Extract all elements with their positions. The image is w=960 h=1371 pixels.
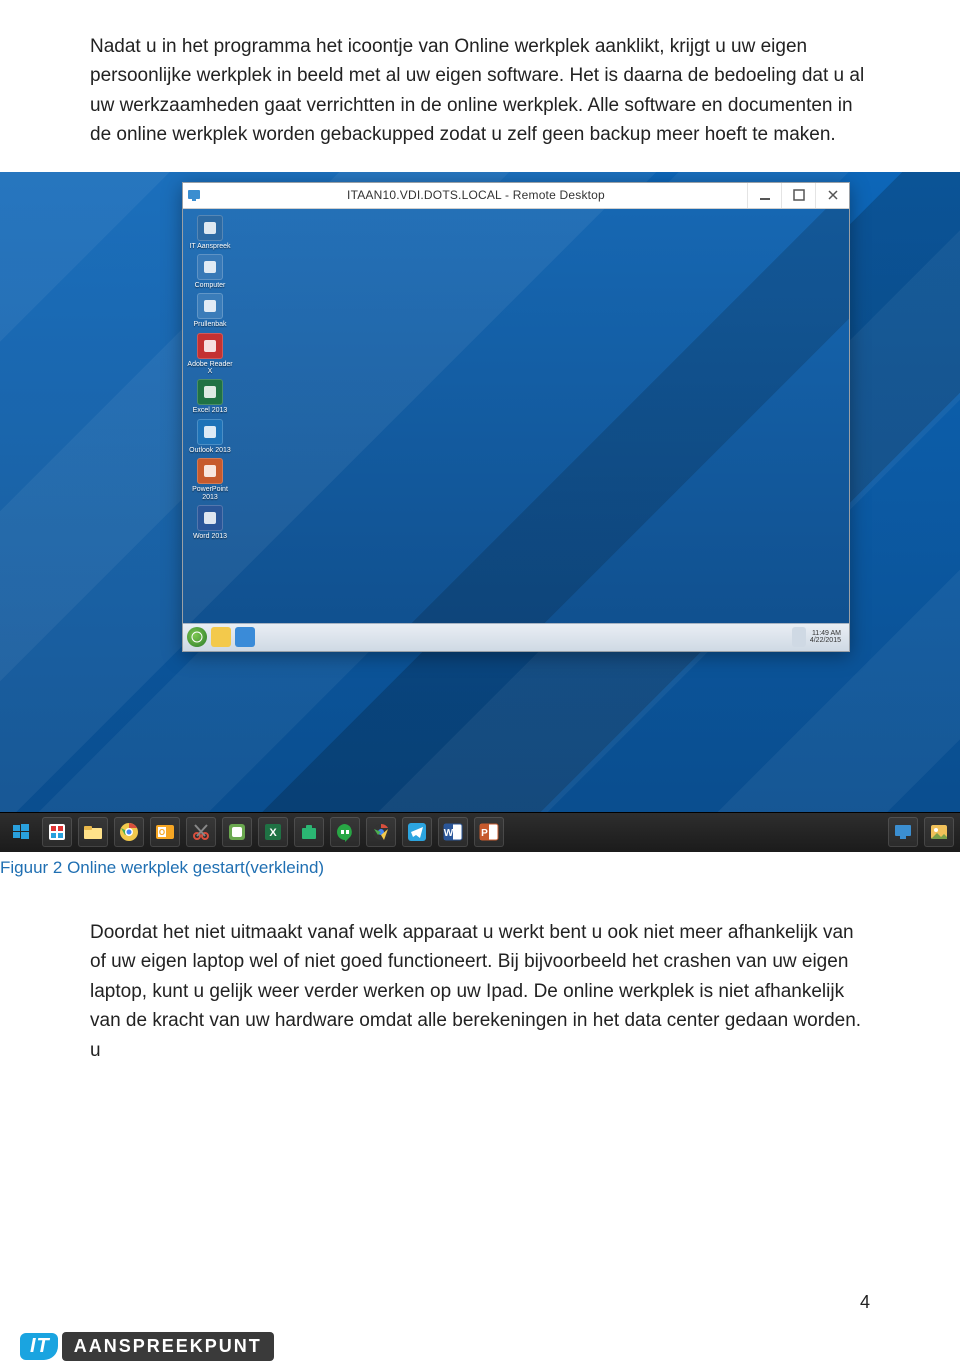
desktop-icon-glyph (197, 419, 223, 445)
desktop-icon[interactable]: Computer (187, 254, 233, 289)
intro-paragraph-1: Nadat u in het programma het icoontje va… (90, 32, 870, 150)
desktop-icon-label: IT Aanspreek (189, 243, 230, 250)
inner-taskbar[interactable]: 11:49 AM 4/22/2015 (183, 623, 849, 651)
desktop-icon[interactable]: Outlook 2013 (187, 419, 233, 454)
desktop-icon-label: PowerPoint 2013 (187, 486, 233, 501)
remote-desktop-window[interactable]: ITAAN10.VDI.DOTS.LOCAL - Remote Desktop … (182, 182, 850, 652)
desktop-icon-label: Outlook 2013 (189, 447, 231, 454)
desktop-icon-label: Prullenbak (193, 321, 226, 328)
snip-icon[interactable] (186, 817, 216, 847)
tiles-icon[interactable] (42, 817, 72, 847)
store-icon[interactable] (294, 817, 324, 847)
footer-logo-it: IT (20, 1333, 58, 1360)
picture-icon[interactable] (924, 817, 954, 847)
desktop-icon[interactable]: PowerPoint 2013 (187, 458, 233, 501)
remote-desktop-titlebar[interactable]: ITAAN10.VDI.DOTS.LOCAL - Remote Desktop (183, 183, 849, 209)
remote-desktop-icon[interactable] (888, 817, 918, 847)
desktop-icon-glyph (197, 458, 223, 484)
chrome-app-icon[interactable] (366, 817, 396, 847)
remote-desktop-body[interactable]: IT Aanspreek Computer Prullenbak Adobe Read… (183, 209, 849, 651)
inner-start-button[interactable] (187, 627, 207, 647)
svg-text:W: W (444, 828, 454, 839)
close-button[interactable] (815, 183, 849, 208)
inner-ie-icon[interactable] (235, 627, 255, 647)
desktop-icon-label: Excel 2013 (193, 407, 228, 414)
minimize-button[interactable] (747, 183, 781, 208)
desktop-icon-glyph (197, 505, 223, 531)
desktop-icon[interactable]: Adobe Reader X (187, 333, 233, 376)
figure-caption: Figuur 2 Online werkplek gestart(verklei… (0, 852, 960, 878)
excel-icon[interactable]: X (258, 817, 288, 847)
desktop-icon-label: Word 2013 (193, 533, 227, 540)
desktop-icon[interactable]: Word 2013 (187, 505, 233, 540)
svg-text:X: X (269, 827, 277, 839)
desktop-icon-glyph (197, 333, 223, 359)
chrome-icon[interactable] (114, 817, 144, 847)
desktop-icon[interactable]: Prullenbak (187, 293, 233, 328)
desktop-icon-glyph (197, 215, 223, 241)
host-taskbar[interactable]: O X (0, 812, 960, 852)
powerpoint-icon[interactable]: P (474, 817, 504, 847)
desktop-icon-label: Computer (195, 282, 226, 289)
footer-logo: IT AANSPREEKPUNT (20, 1332, 274, 1361)
desktop-icon-label: Adobe Reader X (187, 361, 233, 376)
hangouts-icon[interactable] (330, 817, 360, 847)
word-icon[interactable]: W (438, 817, 468, 847)
inner-tray-icon[interactable] (792, 627, 806, 647)
maximize-button[interactable] (781, 183, 815, 208)
desktop-icon-glyph (197, 254, 223, 280)
vmware-icon[interactable] (222, 817, 252, 847)
remote-desktop-app-icon (183, 188, 205, 202)
intro-paragraph-2: Doordat het niet uitmaakt vanaf welk app… (90, 918, 870, 1065)
desktop-icon[interactable]: IT Aanspreek (187, 215, 233, 250)
host-desktop: ITAAN10.VDI.DOTS.LOCAL - Remote Desktop … (0, 172, 960, 852)
inner-explorer-icon[interactable] (211, 627, 231, 647)
page-number: 4 (860, 1292, 870, 1313)
start-icon[interactable] (6, 817, 36, 847)
outlook-icon[interactable]: O (150, 817, 180, 847)
desktop-icon-glyph (197, 379, 223, 405)
inner-taskbar-clock[interactable]: 11:49 AM 4/22/2015 (810, 630, 845, 645)
explorer-icon[interactable] (78, 817, 108, 847)
remote-desktop-title: ITAAN10.VDI.DOTS.LOCAL - Remote Desktop (205, 188, 747, 202)
svg-text:P: P (481, 828, 488, 839)
desktop-icon-glyph (197, 293, 223, 319)
figure-online-werkplek: ITAAN10.VDI.DOTS.LOCAL - Remote Desktop … (0, 172, 960, 878)
desktop-icon[interactable]: Excel 2013 (187, 379, 233, 414)
telegram-icon[interactable] (402, 817, 432, 847)
footer-logo-brand: AANSPREEKPUNT (62, 1332, 274, 1361)
svg-text:O: O (159, 828, 165, 837)
